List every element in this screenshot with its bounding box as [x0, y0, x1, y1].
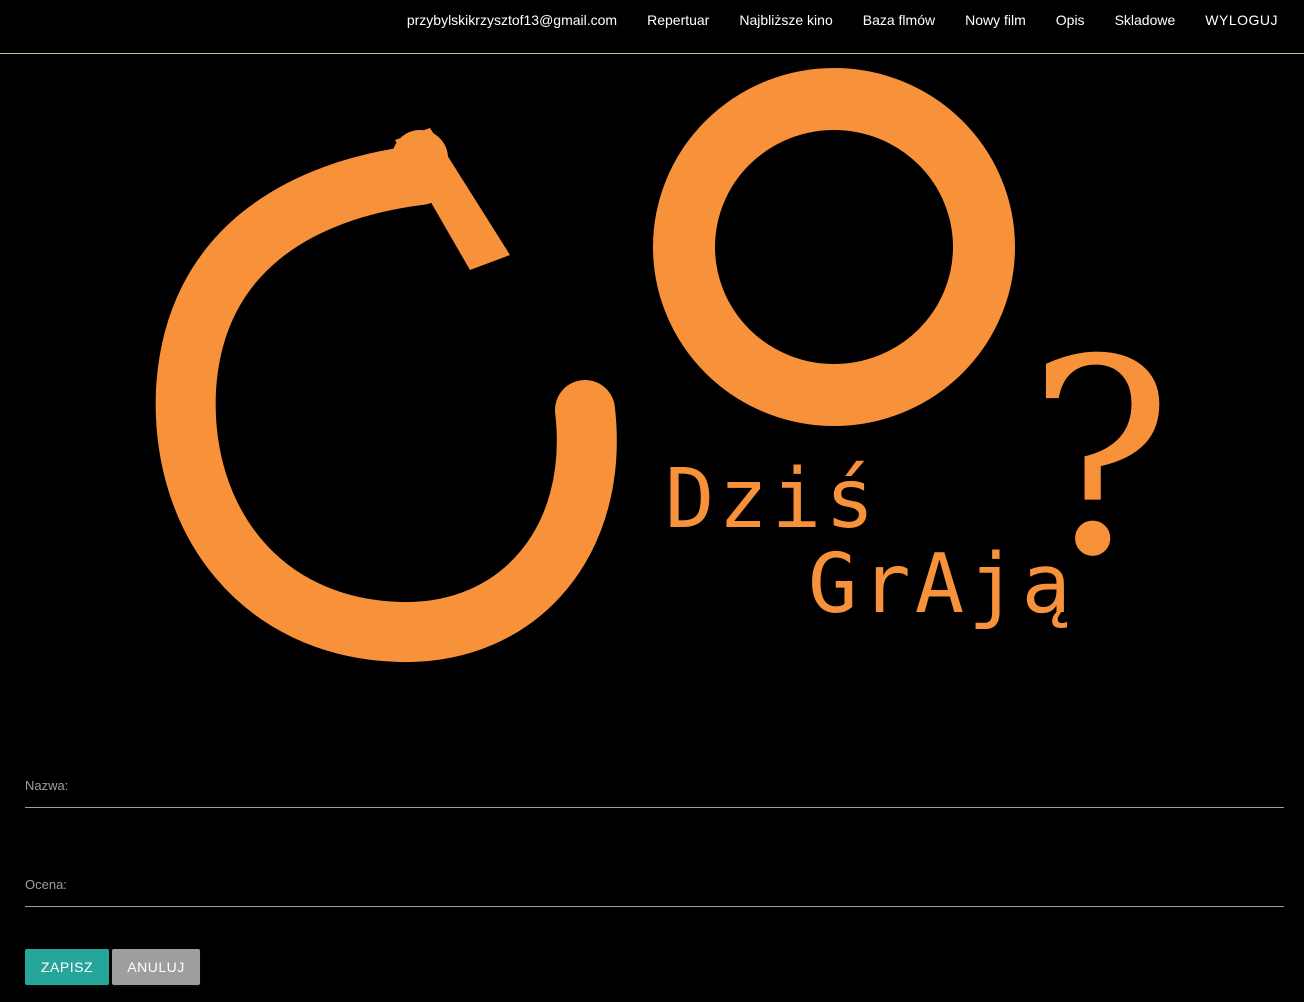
logo-o-ring: [653, 68, 1015, 426]
name-input[interactable]: [25, 774, 1284, 804]
nav-link-opis[interactable]: Opis: [1056, 12, 1085, 28]
co-dzis-graja-logo: ? Dziś GrAją: [0, 54, 1304, 714]
logo-text-dzis: Dziś: [665, 452, 878, 547]
logo-arrow-tip: [392, 130, 448, 186]
nav-link-baza-filmow[interactable]: Baza flmów: [863, 12, 935, 28]
logo-text-graja: GrAją: [808, 537, 1075, 632]
nav-link-skladowe[interactable]: Skladowe: [1115, 12, 1176, 28]
nav-link-repertuar[interactable]: Repertuar: [647, 12, 709, 28]
logo-graphic: ? Dziś GrAją: [155, 68, 1172, 663]
logout-link[interactable]: WYLOGUJ: [1205, 12, 1278, 28]
navbar: przybylskikrzysztof13@gmail.com Repertua…: [0, 0, 1304, 54]
nav-menu: przybylskikrzysztof13@gmail.com Repertua…: [407, 12, 1278, 28]
save-button[interactable]: ZAPISZ: [25, 949, 109, 985]
rating-input[interactable]: [25, 873, 1284, 903]
logo-c-arrow: [155, 145, 617, 663]
rating-field: Ocena:: [25, 859, 1284, 907]
form-actions: ZAPISZ ANULUJ: [25, 949, 200, 985]
film-form: Nazwa: Ocena:: [25, 760, 1284, 907]
user-email: przybylskikrzysztof13@gmail.com: [406, 12, 618, 28]
name-field: Nazwa:: [25, 760, 1284, 808]
nav-link-najblizsze-kino[interactable]: Najbliższe kino: [739, 12, 832, 28]
nav-link-nowy-film[interactable]: Nowy film: [965, 12, 1026, 28]
cancel-button[interactable]: ANULUJ: [112, 949, 200, 985]
